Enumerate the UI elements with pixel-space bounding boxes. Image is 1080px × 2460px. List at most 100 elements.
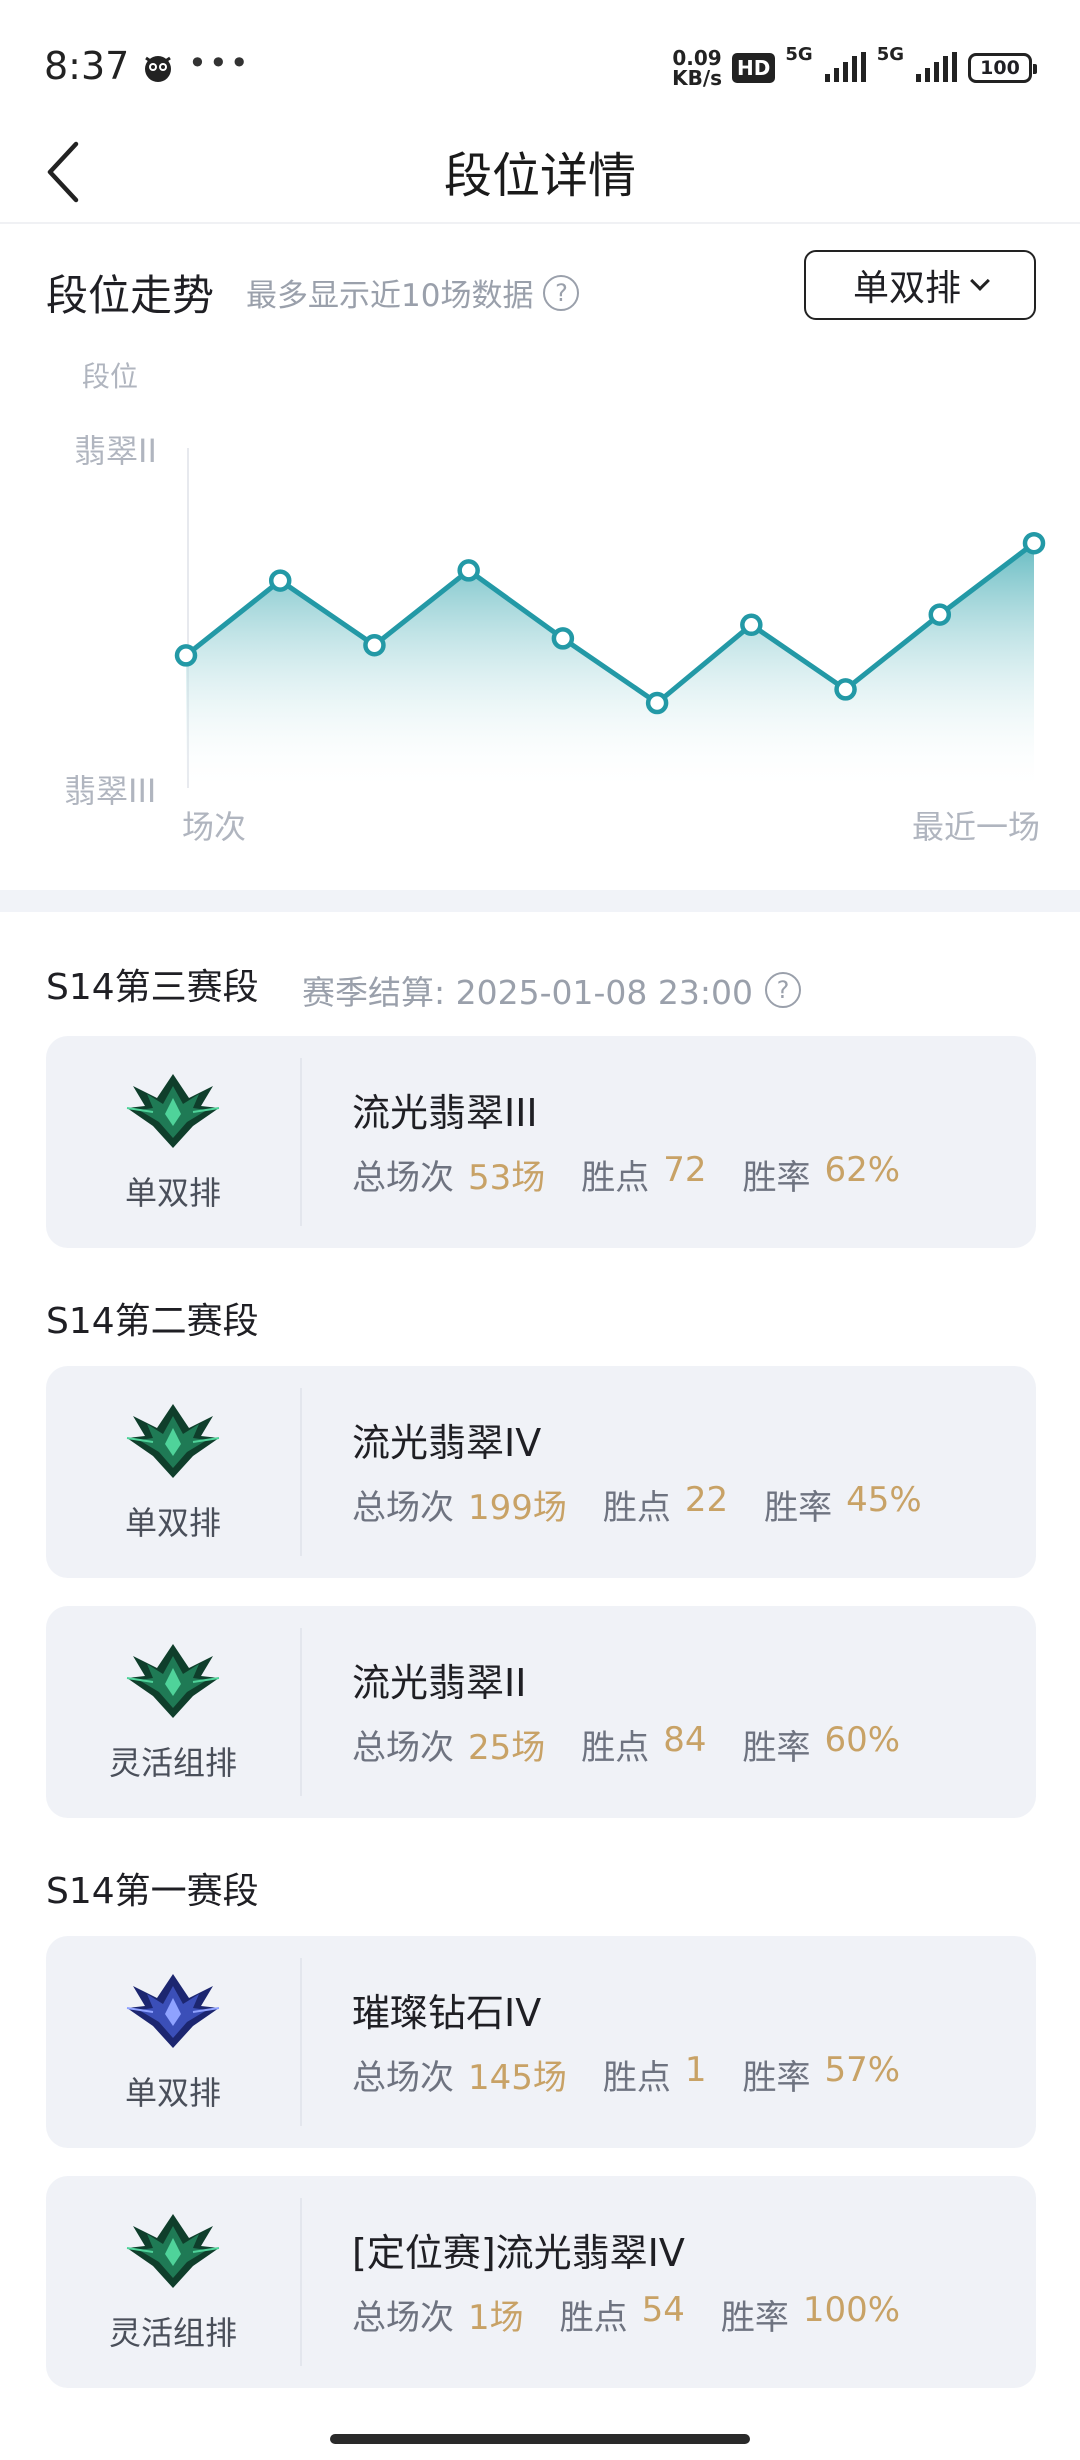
trend-point-7[interactable] [740,613,763,637]
x-label-end: 最近一场 [912,808,1040,846]
battery-icon: 100 [968,53,1037,83]
lp-value: 22 [684,1480,729,1520]
help-icon[interactable]: ? [543,274,580,311]
rank-trend-chart: 段位 翡翠II 翡翠III 场次 最近一场 [0,340,1080,870]
trend-point-2[interactable] [268,569,292,592]
rank-card-left: 灵活组排 [46,1606,300,1818]
lp-label: 胜点 [602,1488,671,1528]
queue-label: 灵活组排 [108,1744,237,1782]
emerald-emblem [123,1068,223,1150]
card-divider [300,1628,302,1796]
rank-card[interactable]: 单双排 璀璨钻石IV 总场次 145场 胜点 1 胜率 57% [46,1936,1036,2148]
rank-name: 璀璨钻石IV [352,1991,542,2035]
season-title: S14第一赛段 [46,1871,259,1912]
emerald-emblem [123,1398,223,1480]
trend-subtitle-text: 最多显示近10场数据 [246,278,534,314]
chevron-down-icon [970,271,990,291]
lp-value: 1 [684,2050,707,2090]
queue-mode-select[interactable]: 单双排 [804,250,1036,320]
lp-label: 胜点 [602,2058,671,2098]
section-divider [0,890,1080,912]
emerald-emblem [123,1638,223,1720]
winrate-label: 胜率 [742,1728,811,1768]
season-title: S14第二赛段 [46,1301,259,1342]
card-divider [300,1958,302,2126]
help-icon[interactable]: ? [764,972,801,1008]
rank-card[interactable]: 灵活组排 流光翡翠II 总场次 25场 胜点 84 胜率 60% [46,1606,1036,1818]
rank-card[interactable]: 单双排 流光翡翠III 总场次 53场 胜点 72 胜率 62% [46,1036,1036,1248]
trend-point-6[interactable] [645,691,669,715]
rank-name: 流光翡翠II [352,1661,527,1705]
queue-label: 单双排 [124,2074,221,2112]
rank-name: 流光翡翠IV [352,1421,542,1465]
trend-title: 段位走势 [46,271,215,320]
season-settlement: 赛季结算: 2025-01-08 23:00? [302,966,801,1014]
card-divider [300,1388,302,1556]
winrate-value: 60% [824,1720,901,1760]
emerald-emblem [123,2208,223,2290]
lp-label: 胜点 [581,1158,650,1198]
settlement-text: 赛季结算: 2025-01-08 23:00 [302,973,753,1012]
status-right: 0.09 KB/s HD 5G 5G 100 [672,44,1037,88]
y-tick-bottom: 翡翠III [64,772,156,810]
trend-point-9[interactable] [928,603,952,626]
games-label: 总场次 [352,1158,454,1198]
y-axis-label: 段位 [82,360,138,393]
rank-card[interactable]: 灵活组排 [定位赛]流光翡翠IV 总场次 1场 胜点 54 胜率 100% [46,2176,1036,2388]
trend-area [186,543,1034,788]
rank-stats: 总场次 53场 胜点 72 胜率 62% [352,1150,900,1199]
network-type-1: 5G [785,44,813,65]
rank-stats: 总场次 145场 胜点 1 胜率 57% [352,2050,900,2099]
queue-label: 单双排 [124,1504,221,1542]
winrate-value: 45% [846,1480,922,1520]
winrate-label: 胜率 [720,2298,789,2338]
app-notification-icon [145,56,171,82]
trend-point-5[interactable] [551,627,575,650]
winrate-label: 胜率 [742,1158,811,1198]
card-divider [300,1058,302,1226]
queue-label: 灵活组排 [108,2314,237,2352]
lp-value: 72 [663,1150,707,1190]
trend-point-8[interactable] [834,678,857,701]
rank-stats: 总场次 25场 胜点 84 胜率 60% [352,1720,900,1769]
rank-name: [定位赛]流光翡翠IV [352,2231,685,2275]
trend-point-10[interactable] [1022,531,1046,555]
rank-card-left: 单双排 [46,1366,300,1578]
trend-subtitle: 最多显示近10场数据 ? [246,270,580,315]
games-value: 53场 [468,1158,546,1198]
hd-icon: HD [732,53,776,83]
games-label: 总场次 [352,1728,454,1768]
games-value: 145场 [468,2058,567,2098]
rank-card[interactable]: 单双排 流光翡翠IV 总场次 199场 胜点 22 胜率 45% [46,1366,1036,1578]
home-indicator[interactable] [330,2434,750,2444]
status-bar: 8:37 ••• 0.09 KB/s HD 5G 5G 100 [0,0,1080,130]
winrate-value: 100% [802,2290,901,2330]
winrate-label: 胜率 [764,1488,833,1528]
lp-value: 84 [663,1720,707,1760]
rank-stats: 总场次 199场 胜点 22 胜率 45% [352,1480,922,1529]
rank-card-left: 单双排 [46,1936,300,2148]
trend-point-4[interactable] [457,559,480,582]
season-title: S14第三赛段 [46,967,259,1008]
trend-point-3[interactable] [363,633,386,657]
signal-icon [824,52,866,82]
rank-card-left: 单双排 [46,1036,300,1248]
status-more-icon: ••• [188,44,251,82]
games-value: 1场 [468,2298,524,2338]
x-label-start: 场次 [182,808,246,846]
winrate-value: 62% [824,1150,901,1190]
speed-unit: KB/s [672,66,723,90]
network-speed: 0.09 KB/s [672,48,722,88]
games-label: 总场次 [352,1488,454,1528]
trend-point-1[interactable] [174,644,198,667]
diamond-emblem [123,1968,223,2050]
queue-mode-value: 单双排 [852,268,961,309]
games-label: 总场次 [352,2058,454,2098]
rank-trend-svg: 段位 翡翠II 翡翠III 场次 最近一场 [64,360,1046,846]
queue-label: 单双排 [124,1174,221,1212]
chart-marks [174,531,1046,788]
card-divider [300,2198,302,2366]
lp-label: 胜点 [581,1728,650,1768]
lp-label: 胜点 [559,2298,628,2338]
games-value: 199场 [468,1488,567,1528]
